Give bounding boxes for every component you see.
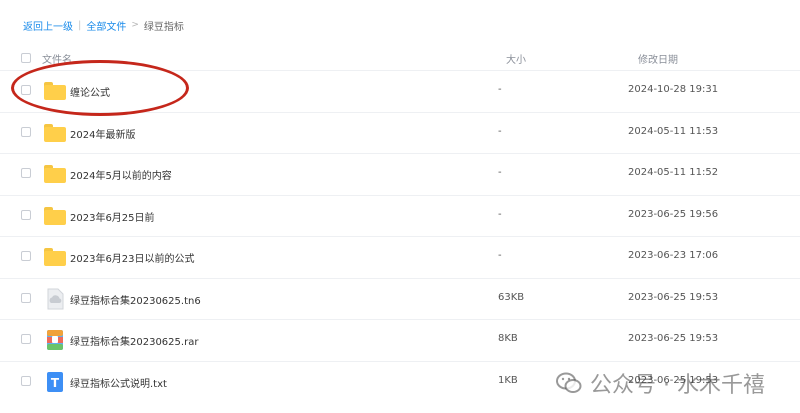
column-size-header[interactable]: 大小 xyxy=(506,51,526,66)
file-modified-date: 2024-10-28 19:31 xyxy=(628,84,719,95)
column-name-header[interactable]: 文件名 xyxy=(42,51,72,66)
file-modified-date: 2024-05-11 11:53 xyxy=(628,125,719,137)
folder-icon xyxy=(44,163,66,185)
file-name[interactable]: 缠论公式 xyxy=(70,84,110,99)
file-name[interactable]: 绿豆指标合集20230625.rar xyxy=(70,333,198,348)
rar-file-icon xyxy=(44,329,66,351)
row-checkbox[interactable] xyxy=(21,126,31,137)
file-name[interactable]: 绿豆指标公式说明.txt xyxy=(70,375,167,390)
row-checkbox[interactable] xyxy=(21,168,31,178)
file-modified-date: 2023-06-25 19:53 xyxy=(628,333,719,344)
file-modified-date: 2023-06-25 19:56 xyxy=(628,208,719,220)
file-size: - xyxy=(498,84,502,95)
file-name[interactable]: 2023年6月23日以前的公式 xyxy=(70,250,195,265)
svg-text:T: T xyxy=(51,376,60,390)
file-modified-date: 2024-05-11 11:52 xyxy=(628,167,719,178)
file-size: - xyxy=(498,125,502,137)
file-size: 63KB xyxy=(498,291,525,303)
breadcrumb: 返回上一级 | 全部文件 > 绿豆指标 xyxy=(23,18,184,33)
folder-icon xyxy=(44,205,66,227)
row-checkbox[interactable] xyxy=(21,375,31,386)
file-size: - xyxy=(498,167,502,178)
select-all-checkbox[interactable] xyxy=(21,53,31,63)
file-row[interactable]: 2024年最新版 - 2024-05-11 11:53 xyxy=(0,111,800,153)
all-files-link[interactable]: 全部文件 xyxy=(86,18,126,33)
folder-icon xyxy=(44,122,66,144)
file-size: 1KB xyxy=(498,374,518,386)
file-row[interactable]: T 绿豆指标公式说明.txt 1KB 2023-06-25 19:53 xyxy=(0,360,800,402)
txt-file-icon: T xyxy=(44,371,66,393)
file-row[interactable]: 绿豆指标合集20230625.rar 8KB 2023-06-25 19:53 xyxy=(0,319,800,360)
file-size: 8KB xyxy=(498,333,518,344)
chevron-right-icon: > xyxy=(131,20,139,30)
row-checkbox[interactable] xyxy=(21,334,31,344)
file-modified-date: 2023-06-25 19:53 xyxy=(628,291,719,303)
row-checkbox[interactable] xyxy=(21,292,31,303)
file-modified-date: 2023-06-25 19:53 xyxy=(628,374,719,386)
file-name[interactable]: 绿豆指标合集20230625.tn6 xyxy=(70,292,201,307)
row-checkbox[interactable] xyxy=(21,85,31,95)
row-checkbox[interactable] xyxy=(21,251,31,261)
file-name[interactable]: 2024年最新版 xyxy=(70,126,135,141)
file-size: - xyxy=(498,250,502,261)
file-size: - xyxy=(498,208,502,220)
file-modified-date: 2023-06-23 17:06 xyxy=(628,250,719,261)
file-row[interactable]: 2023年6月25日前 - 2023-06-25 19:56 xyxy=(0,194,800,236)
column-modified-header[interactable]: 修改日期 xyxy=(638,51,678,66)
folder-icon xyxy=(44,80,66,102)
file-row[interactable]: 缠论公式 - 2024-10-28 19:31 xyxy=(0,70,800,111)
current-folder: 绿豆指标 xyxy=(143,21,184,33)
file-list-header: 文件名 大小 修改日期 xyxy=(0,44,800,70)
row-checkbox[interactable] xyxy=(21,209,31,220)
tn6-file-icon xyxy=(44,288,66,310)
file-name[interactable]: 2024年5月以前的内容 xyxy=(70,167,172,182)
breadcrumb-divider: | xyxy=(78,19,82,31)
file-name[interactable]: 2023年6月25日前 xyxy=(70,209,155,224)
file-row[interactable]: 2023年6月23日以前的公式 - 2023-06-23 17:06 xyxy=(0,236,800,277)
file-row[interactable]: 绿豆指标合集20230625.tn6 63KB 2023-06-25 19:53 xyxy=(0,277,800,319)
file-row[interactable]: 2024年5月以前的内容 - 2024-05-11 11:52 xyxy=(0,153,800,194)
back-link[interactable]: 返回上一级 xyxy=(23,18,73,33)
folder-icon xyxy=(44,246,66,268)
